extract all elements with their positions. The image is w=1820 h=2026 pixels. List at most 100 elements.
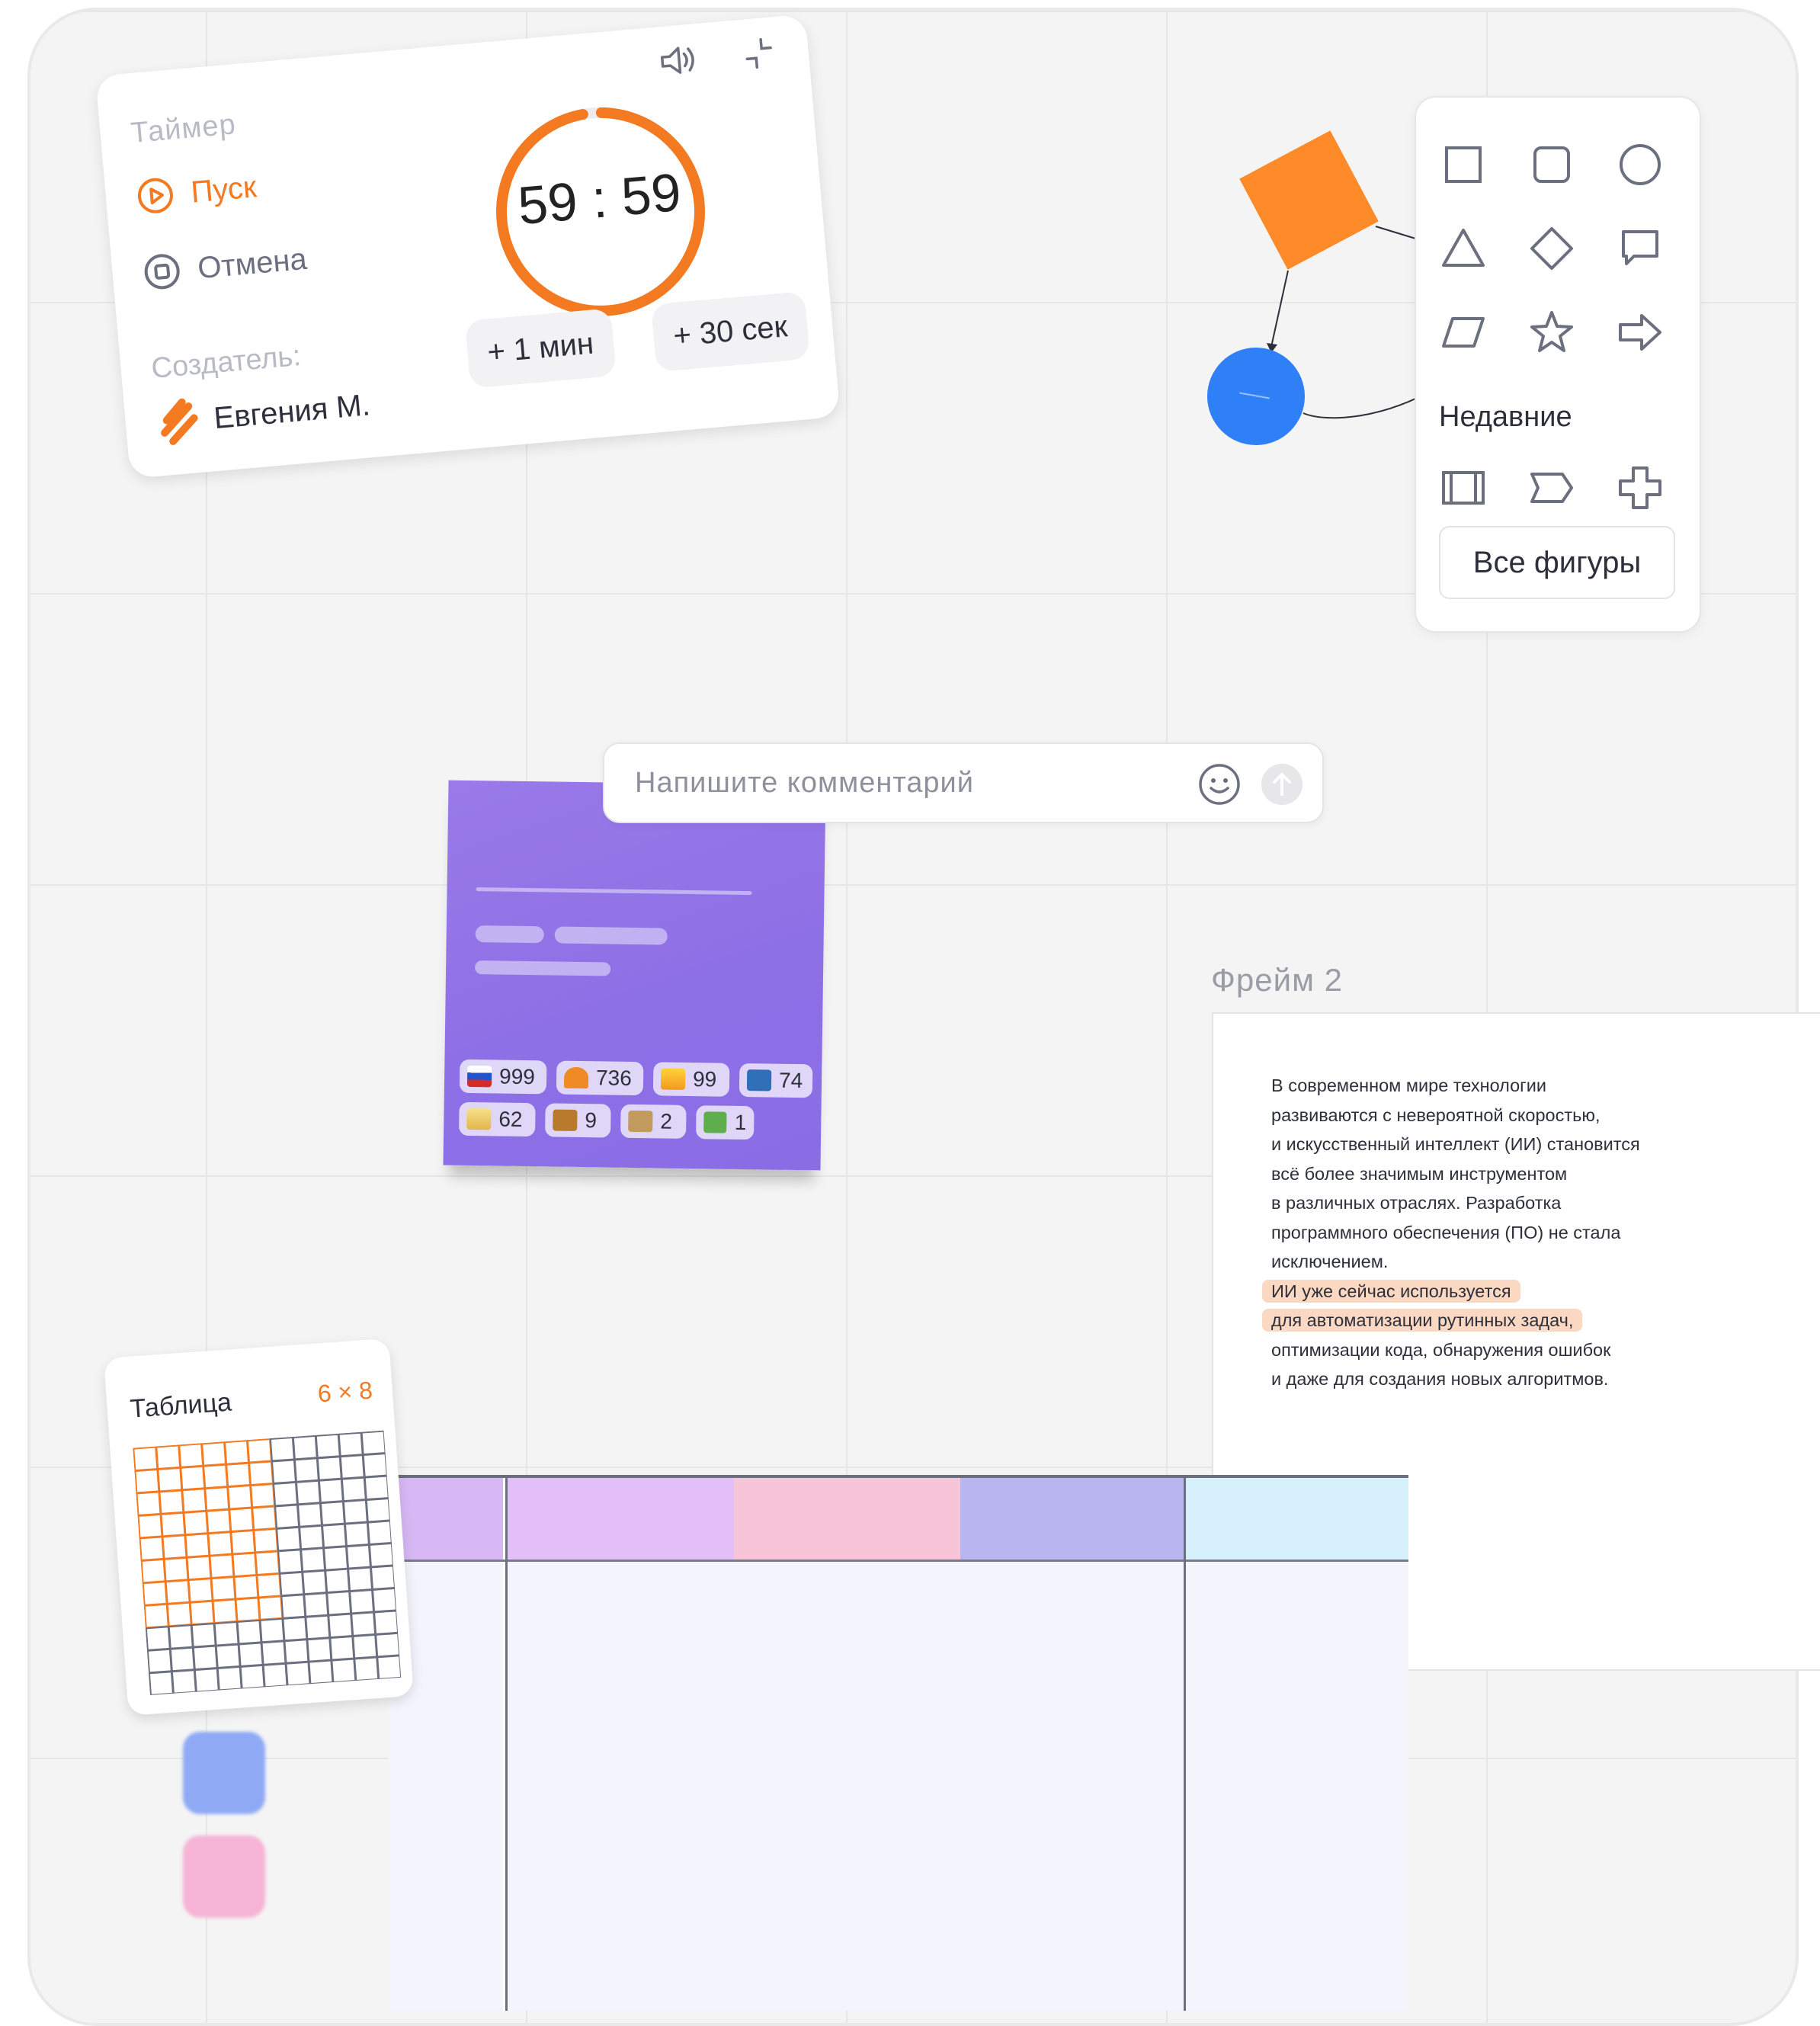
table-grid-cell[interactable] [189, 1600, 215, 1626]
table-grid-cell[interactable] [331, 1658, 357, 1684]
kanban-column[interactable] [505, 1477, 734, 2011]
table-grid-cell[interactable] [305, 1614, 331, 1640]
table-grid-cell[interactable] [238, 1642, 264, 1667]
table-grid-cell[interactable] [227, 1485, 253, 1510]
table-grid-cell[interactable] [354, 1656, 380, 1681]
add-30sec-button[interactable]: + 30 сек [650, 291, 810, 373]
table-grid-cell[interactable] [204, 1486, 230, 1511]
table-grid-cell[interactable] [326, 1591, 352, 1616]
table-grid-cell[interactable] [178, 1443, 204, 1468]
kanban-column-body[interactable] [734, 1560, 960, 2011]
table-grid-cell[interactable] [274, 1504, 300, 1529]
reaction-chip[interactable]: 9 [545, 1103, 611, 1138]
reaction-chip[interactable]: 999 [459, 1059, 547, 1095]
table-grid-cell[interactable] [306, 1637, 332, 1662]
minimize-icon[interactable] [735, 30, 782, 77]
table-grid-cell[interactable] [308, 1659, 334, 1685]
star-shape-icon[interactable] [1527, 308, 1576, 357]
color-swatch-blue[interactable] [183, 1732, 265, 1814]
table-grid-cell[interactable] [248, 1460, 274, 1486]
speech-bubble-shape-icon[interactable] [1616, 224, 1665, 273]
table-grid-cell[interactable] [163, 1556, 189, 1582]
kanban-column-header[interactable] [1186, 1477, 1408, 1560]
table-grid-cell[interactable] [206, 1508, 232, 1534]
table-grid-cell[interactable] [285, 1661, 311, 1687]
table-grid-cell[interactable] [253, 1528, 279, 1553]
table-grid-cell[interactable] [271, 1459, 296, 1485]
table-grid-cell[interactable] [368, 1542, 394, 1568]
table-grid-cell[interactable] [142, 1581, 168, 1606]
table-card[interactable]: Таблица 6 × 8 [104, 1338, 414, 1716]
kanban-column[interactable] [389, 1477, 503, 2011]
sticky-note[interactable]: 999 736 99 74 62 9 2 1 [443, 780, 826, 1171]
table-grid-cell[interactable] [250, 1483, 276, 1508]
table-grid-cell[interactable] [162, 1534, 187, 1560]
table-grid-cell[interactable] [259, 1617, 285, 1643]
emoji-icon[interactable] [1197, 762, 1242, 806]
table-grid-cell[interactable] [145, 1626, 171, 1651]
table-grid-cell[interactable] [246, 1438, 272, 1463]
table-grid-cell[interactable] [325, 1568, 351, 1594]
table-grid-cell[interactable] [207, 1531, 233, 1556]
table-grid-cell[interactable] [169, 1646, 195, 1672]
reaction-chip[interactable]: 736 [556, 1060, 644, 1096]
kanban-column-header[interactable] [960, 1477, 1184, 1560]
table-grid-cell[interactable] [187, 1578, 213, 1603]
kanban-column-header[interactable] [389, 1477, 503, 1560]
kanban-table[interactable] [389, 1475, 1408, 2011]
table-grid-cell[interactable] [367, 1520, 393, 1546]
table-grid-cell[interactable] [213, 1620, 239, 1646]
table-grid-cell[interactable] [300, 1547, 326, 1572]
timer-card[interactable]: Таймер Пуск Отмена Создатель: Евгения М.… [95, 14, 841, 479]
table-grid-cell[interactable] [299, 1524, 325, 1550]
kanban-column[interactable] [734, 1477, 960, 2011]
table-grid-cell[interactable] [315, 1433, 341, 1459]
table-grid-cell[interactable] [239, 1664, 265, 1690]
rounded-square-shape-icon[interactable] [1527, 140, 1576, 189]
parallelogram-shape-icon[interactable] [1439, 308, 1488, 357]
table-grid-cell[interactable] [321, 1523, 348, 1549]
kanban-column-header[interactable] [734, 1477, 960, 1560]
table-grid-cell[interactable] [209, 1553, 235, 1579]
table-grid-cell[interactable] [136, 1491, 162, 1517]
table-grid-cell[interactable] [146, 1648, 172, 1674]
send-icon[interactable] [1260, 762, 1304, 806]
kanban-column[interactable] [960, 1477, 1184, 2011]
table-grid-cell[interactable] [165, 1579, 191, 1604]
table-grid-cell[interactable] [349, 1588, 375, 1614]
reaction-chip[interactable]: 62 [459, 1101, 536, 1137]
table-size-grid[interactable] [133, 1430, 402, 1695]
triangle-shape-icon[interactable] [1439, 224, 1488, 273]
table-grid-cell[interactable] [155, 1444, 181, 1470]
table-grid-cell[interactable] [342, 1499, 368, 1524]
table-grid-cell[interactable] [375, 1632, 401, 1658]
table-grid-cell[interactable] [232, 1552, 258, 1578]
table-grid-cell[interactable] [329, 1635, 355, 1661]
table-grid-cell[interactable] [140, 1558, 166, 1584]
table-grid-cell[interactable] [348, 1566, 373, 1592]
timer-cancel-button[interactable]: Отмена [142, 240, 309, 293]
table-grid-cell[interactable] [166, 1601, 192, 1627]
table-grid-cell[interactable] [279, 1571, 305, 1597]
table-grid-cell[interactable] [139, 1536, 165, 1561]
table-grid-cell[interactable] [229, 1507, 255, 1533]
table-grid-cell[interactable] [269, 1436, 295, 1462]
table-grid-cell[interactable] [318, 1478, 344, 1504]
diamond-shape-icon[interactable] [1527, 224, 1576, 273]
comment-input[interactable]: Напишите комментарий [603, 742, 1324, 823]
table-grid-cell[interactable] [226, 1462, 252, 1488]
table-grid-cell[interactable] [365, 1497, 391, 1523]
table-grid-cell[interactable] [183, 1510, 209, 1536]
blue-circle-shape[interactable] [1207, 348, 1305, 445]
cross-shape-icon[interactable] [1616, 463, 1665, 512]
table-grid-cell[interactable] [262, 1662, 288, 1688]
table-grid-cell[interactable] [157, 1467, 183, 1492]
table-grid-cell[interactable] [352, 1633, 378, 1659]
table-grid-cell[interactable] [194, 1668, 219, 1693]
table-grid-cell[interactable] [148, 1671, 174, 1695]
table-grid-cell[interactable] [316, 1456, 342, 1481]
table-grid-cell[interactable] [191, 1623, 216, 1648]
table-grid-cell[interactable] [215, 1643, 241, 1669]
table-grid-cell[interactable] [233, 1574, 259, 1600]
table-grid-cell[interactable] [345, 1544, 372, 1569]
